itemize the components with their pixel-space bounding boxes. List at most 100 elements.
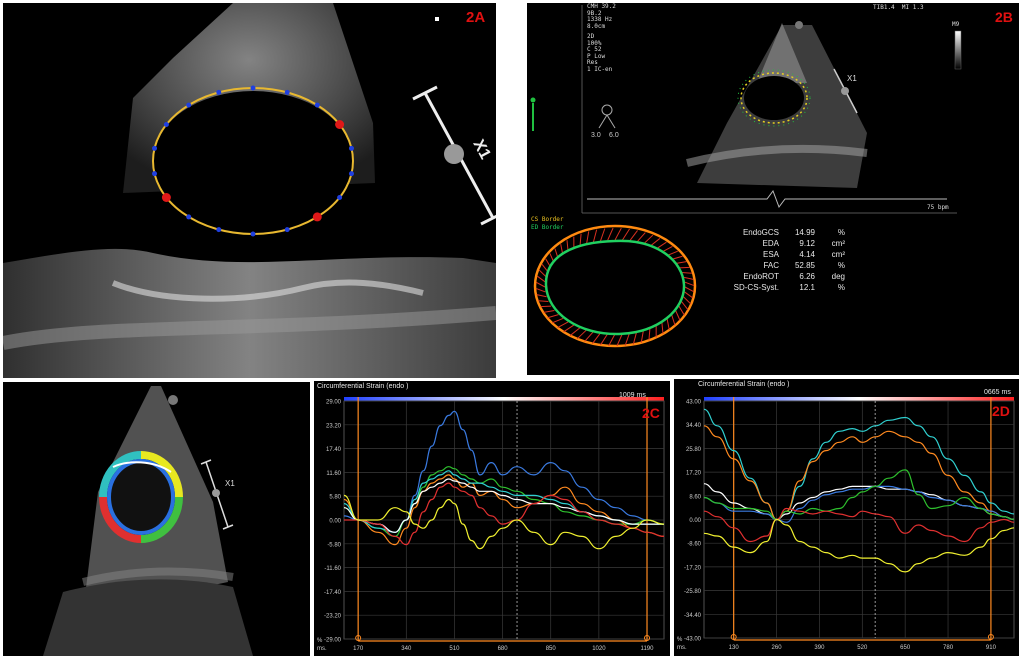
panel-2a-echo-image: X1 2A — [3, 3, 496, 378]
measurement-name: EndoGCS — [742, 228, 779, 237]
measurement-name: FAC — [763, 261, 779, 270]
hatch-line — [584, 331, 594, 342]
hatch-line — [636, 232, 646, 243]
legend-ed-border: ED Border — [531, 224, 564, 231]
hatch-line — [661, 321, 664, 334]
orientation-leg-l — [598, 114, 608, 129]
y-tick-label: 17.20 — [686, 471, 702, 477]
x-tick-label: 650 — [900, 645, 911, 651]
strain-series-line — [343, 494, 665, 550]
x-tick-label: 520 — [857, 645, 868, 651]
tracking-point-blue — [186, 214, 192, 220]
orientation-leg-r — [606, 114, 616, 129]
hatch-line — [592, 229, 598, 243]
hatch-line — [586, 231, 590, 245]
graph-title-2c: Circumferential Strain (endo ) — [317, 383, 409, 390]
hatch-line — [608, 333, 616, 347]
scale-val-2: 6.0 — [609, 132, 619, 139]
measurement-row: EndoGCS 14.99% — [707, 227, 845, 238]
measurement-unit: cm² — [831, 239, 845, 248]
x-tick-label: 1020 — [592, 646, 606, 652]
panel-label-2b: 2B — [995, 9, 1013, 25]
strain-series-line — [703, 507, 1015, 543]
y-unit-label: % — [677, 637, 683, 643]
gray-scale-label: M9 — [952, 21, 960, 28]
hatch-line — [538, 300, 549, 303]
chart-2d: 43.00 34.40 25.80 17.20 8.60 0.00 -8.60 -17.20 -… — [677, 397, 1015, 651]
y-tick-label: -17.20 — [684, 565, 702, 571]
tracking-point-blue — [250, 231, 256, 237]
y-tick-label: -8.60 — [687, 542, 701, 548]
panel-label-2c: 2C — [642, 405, 660, 421]
measurement-row: FAC 52.85% — [707, 260, 845, 271]
measurement-unit: cm² — [831, 250, 845, 259]
focus-marker-e — [212, 489, 220, 497]
graph-duration-2c: 1009 ms — [619, 392, 646, 399]
x-tick-label: 780 — [943, 645, 954, 651]
hatch-line — [552, 317, 564, 324]
hatch-line — [535, 287, 546, 293]
color-scale-bar — [344, 397, 664, 401]
acq-param-4: 8.0cm — [587, 22, 606, 30]
hatch-line — [536, 281, 546, 288]
tracking-point-blue — [348, 171, 354, 177]
measurement-row: ESA 4.14 cm² — [707, 249, 845, 260]
acq-params-right: TIB1.4 MI 1.3 — [873, 4, 924, 11]
hatch-line — [684, 291, 693, 299]
panel-2a-svg: X1 — [3, 3, 496, 378]
measurement-name: EDA — [762, 239, 779, 248]
strain-series-line — [703, 485, 1015, 523]
tracking-point-blue — [152, 171, 158, 177]
measurement-unit: deg — [831, 272, 845, 281]
tracking-point-blue — [216, 227, 222, 233]
panel-strain-overlay-image: X1 — [3, 382, 310, 656]
marker-x1-2b: X1 — [847, 74, 857, 83]
hatch-line — [569, 327, 581, 336]
lower-tissue-e — [43, 579, 253, 656]
y-tick-label: 34.40 — [686, 423, 702, 429]
hatch-line — [607, 227, 614, 241]
hatch-line — [683, 296, 692, 305]
tracking-point-blue — [250, 85, 256, 91]
hatch-line — [678, 305, 685, 316]
strain-series-line — [703, 408, 1015, 521]
y-tick-label: 5.80 — [329, 495, 341, 501]
ecg-trace — [587, 189, 947, 209]
x-tick-label: 340 — [401, 646, 412, 652]
hatch-line — [629, 230, 638, 242]
measurement-row: EDA 9.12 cm² — [707, 238, 845, 249]
measurement-value: 12.1 — [799, 283, 815, 292]
measurement-row: EndoROT 6.26 deg — [707, 271, 845, 282]
strain-series-line — [344, 482, 665, 546]
x-unit-label: ms. — [317, 646, 327, 652]
x-tick-label: 510 — [449, 646, 460, 652]
scale-val-1: 3.0 — [591, 132, 601, 139]
y-tick-label: 29.00 — [326, 400, 342, 406]
strain-series-line — [343, 470, 665, 533]
hatch-line — [681, 271, 692, 274]
color-scale-bar — [704, 397, 1014, 401]
hatch-line — [671, 314, 676, 326]
y-tick-label: 8.60 — [689, 494, 701, 500]
acq-params: CMH 39.2 9B.2 1338 Hz 8.0cm 2D 100% C 52 P Low R… — [587, 3, 616, 73]
y-tick-label: -25.80 — [684, 589, 702, 595]
tracking-point-blue — [337, 195, 343, 200]
y-tick-label: -17.40 — [324, 590, 342, 596]
hatch-line — [681, 301, 689, 310]
tracking-point-red — [312, 212, 322, 222]
marker-x1-e: X1 — [225, 479, 235, 488]
hatch-line — [576, 329, 587, 340]
caliper-tick-top — [412, 85, 438, 101]
graph-title-2d: Circumferential Strain (endo ) — [698, 381, 790, 388]
y-tick-label: 0.00 — [329, 519, 341, 525]
y-tick-label: 0.00 — [689, 518, 701, 524]
graph-duration-2d: 0665 ms — [984, 389, 1011, 396]
marker-x1: X1 — [469, 137, 493, 162]
x-tick-label: 680 — [498, 646, 509, 652]
hatch-line — [557, 321, 569, 328]
measurement-row: SD-CS-Syst. 12.1% — [707, 282, 845, 293]
y-tick-label: -5.80 — [327, 542, 341, 548]
lv-cavity — [153, 91, 353, 231]
focus-marker — [444, 144, 464, 164]
caliper-tick-bottom — [480, 214, 496, 226]
